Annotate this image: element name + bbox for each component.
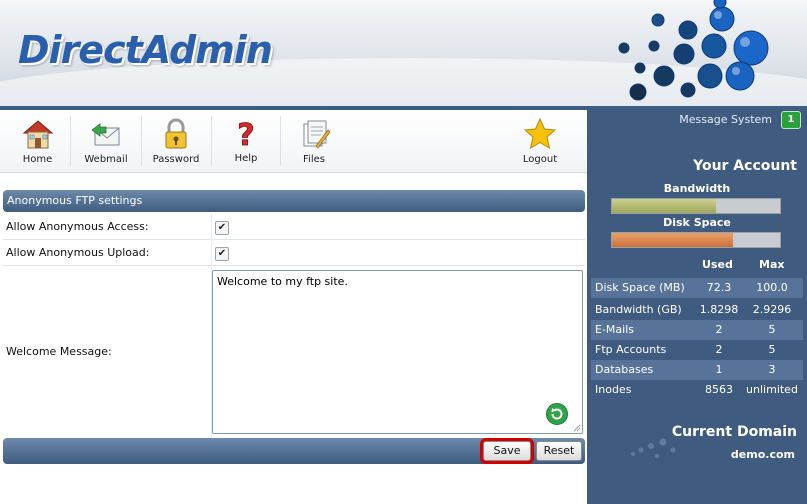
disk-space-bar-fill	[612, 233, 733, 247]
toolbar-webmail-label: Webmail	[84, 154, 128, 165]
stat-row-ftp-accounts: Ftp Accounts 2 5	[591, 340, 803, 360]
ftp-settings-header: Anonymous FTP settings	[3, 190, 585, 212]
current-domain-title: Current Domain	[671, 424, 797, 440]
allow-upload-label: Allow Anonymous Upload:	[6, 246, 150, 259]
toolbar-logout[interactable]: Logout	[512, 110, 568, 172]
message-system-link[interactable]: Message System	[679, 113, 772, 126]
stat-used: 72.3	[706, 281, 732, 294]
toolbar-home[interactable]: Home	[10, 110, 65, 172]
your-account-title: Your Account	[693, 158, 797, 174]
disk-space-label: Disk Space	[663, 216, 731, 229]
welcome-message-label: Welcome Message:	[6, 345, 112, 358]
save-button[interactable]: Save	[480, 438, 534, 464]
toolbar-logout-label: Logout	[522, 154, 558, 165]
stat-used: 1	[715, 363, 723, 376]
reset-button[interactable]: Reset	[536, 441, 582, 461]
help-icon: ?	[237, 118, 255, 152]
allow-access-checkbox[interactable]: ✔	[215, 221, 229, 235]
toolbar-files[interactable]: Files	[285, 110, 343, 172]
stat-max: 3	[768, 363, 776, 376]
toolbar-password[interactable]: Password	[146, 110, 206, 172]
stat-used: 8563	[705, 383, 733, 396]
stat-max: 100.0	[756, 281, 788, 294]
stat-used: 2	[715, 343, 723, 356]
svg-text:?: ?	[237, 118, 254, 152]
stat-row-disk: Disk Space (MB) 72.3 100.0	[591, 278, 803, 298]
stat-name: Databases	[595, 363, 654, 376]
toolbar-separator	[280, 116, 281, 166]
stat-name: Bandwidth (GB)	[595, 303, 682, 316]
allow-upload-row: Allow Anonymous Upload:	[3, 240, 585, 266]
home-icon	[22, 120, 53, 149]
stat-max: unlimited	[746, 383, 798, 396]
stat-max: 2.9296	[752, 303, 792, 316]
bubbles-logo-icon	[618, 0, 769, 101]
toolbar-webmail[interactable]: Webmail	[75, 110, 137, 172]
refresh-icon[interactable]	[546, 403, 568, 425]
header: DirectAdmin	[0, 0, 807, 108]
row-divider	[211, 214, 212, 239]
row-divider	[211, 240, 212, 265]
stat-row-emails: E-Mails 2 5	[591, 320, 803, 340]
message-count-badge[interactable]: 1	[781, 111, 801, 129]
stat-row-inodes: Inodes 8563 unlimited	[591, 380, 803, 400]
stat-name: Inodes	[595, 383, 632, 396]
toolbar: Home Webmail Password ? Help Files Logou…	[0, 110, 587, 173]
max-column-header: Max	[759, 258, 785, 271]
account-sidebar: Message System 1 Your Account Bandwidth …	[587, 110, 807, 504]
star-icon	[523, 117, 557, 150]
webmail-icon	[91, 123, 120, 146]
toolbar-separator	[211, 116, 212, 166]
welcome-message-text: Welcome to my ftp site.	[217, 275, 348, 288]
toolbar-files-label: Files	[303, 154, 325, 165]
files-icon	[303, 120, 331, 149]
allow-upload-checkbox[interactable]: ✔	[215, 247, 229, 261]
stat-name: Disk Space (MB)	[595, 281, 685, 294]
welcome-message-textarea[interactable]: Welcome to my ftp site.	[212, 270, 583, 434]
stat-name: E-Mails	[595, 323, 634, 336]
stat-name: Ftp Accounts	[595, 343, 667, 356]
stat-max: 5	[768, 343, 776, 356]
resize-handle-icon[interactable]	[573, 424, 581, 432]
lock-icon	[165, 118, 187, 149]
toolbar-home-label: Home	[22, 154, 53, 165]
stat-used: 2	[715, 323, 723, 336]
stat-used: 1.8298	[699, 303, 739, 316]
allow-access-label: Allow Anonymous Access:	[6, 220, 149, 233]
toolbar-separator	[70, 116, 71, 166]
bandwidth-bar-fill	[612, 199, 717, 213]
toolbar-separator	[141, 116, 142, 166]
toolbar-password-label: Password	[152, 154, 200, 165]
disk-space-bar	[611, 232, 781, 248]
stat-max: 5	[768, 323, 776, 336]
toolbar-help-label: Help	[234, 153, 258, 164]
bandwidth-bar	[611, 198, 781, 214]
allow-access-row: Allow Anonymous Access:	[3, 214, 585, 240]
bandwidth-label: Bandwidth	[663, 182, 731, 195]
directadmin-logo[interactable]: DirectAdmin	[18, 28, 273, 72]
current-domain-link[interactable]: demo.com	[731, 448, 795, 461]
stat-row-bandwidth: Bandwidth (GB) 1.8298 2.9296	[591, 300, 803, 320]
toolbar-help[interactable]: ? Help	[216, 110, 276, 172]
stat-row-databases: Databases 1 3	[591, 360, 803, 380]
used-column-header: Used	[702, 258, 733, 271]
